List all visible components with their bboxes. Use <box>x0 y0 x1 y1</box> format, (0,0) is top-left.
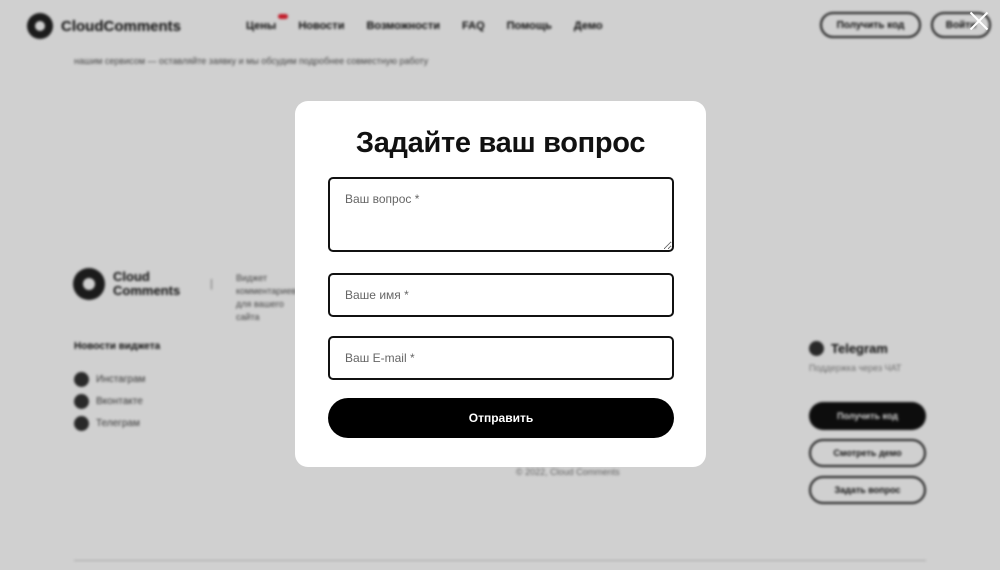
submit-button[interactable]: Отправить <box>328 398 674 438</box>
question-modal: Задайте ваш вопрос Отправить <box>295 101 706 467</box>
close-icon[interactable] <box>966 8 992 34</box>
name-field[interactable] <box>328 273 674 317</box>
email-field[interactable] <box>328 336 674 380</box>
modal-backdrop[interactable]: Задайте ваш вопрос Отправить <box>0 0 1000 570</box>
modal-title: Задайте ваш вопрос <box>355 127 646 159</box>
question-field[interactable] <box>328 177 674 252</box>
